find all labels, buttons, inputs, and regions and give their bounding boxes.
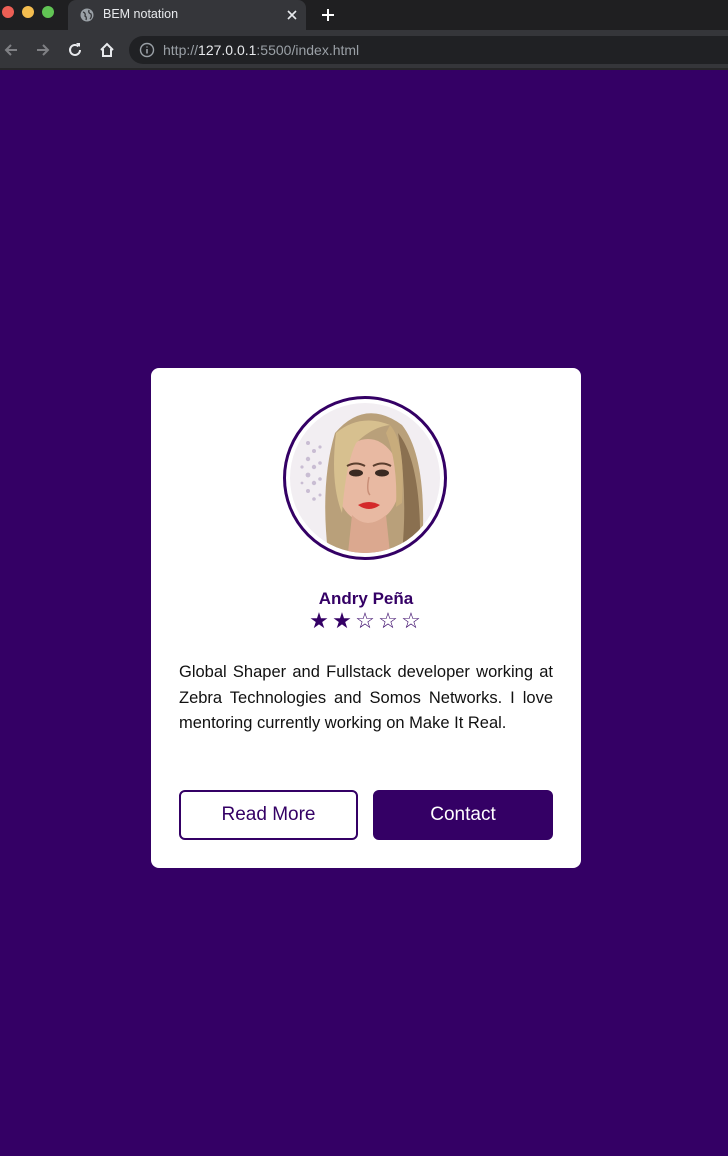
url-path: :5500/index.html: [256, 42, 360, 58]
star-icon-empty: ☆: [378, 608, 400, 633]
portrait-illustration: [290, 403, 440, 553]
browser-tab-bar: BEM notation: [0, 0, 728, 30]
globe-icon: [80, 8, 94, 22]
read-more-button[interactable]: Read More: [179, 790, 358, 840]
reload-icon[interactable]: [66, 41, 84, 59]
avatar-photo: [290, 403, 440, 553]
browser-tab[interactable]: BEM notation: [68, 0, 306, 30]
new-tab-icon[interactable]: [320, 7, 336, 23]
chrome-divider: [0, 68, 728, 70]
contact-button[interactable]: Contact: [373, 790, 553, 840]
profile-bio: Global Shaper and Fullstack developer wo…: [179, 663, 553, 732]
star-icon-empty: ☆: [355, 608, 377, 633]
url-host: 127.0.0.1: [198, 42, 257, 58]
star-icon-filled: ★: [309, 608, 331, 633]
close-window-button[interactable]: [2, 6, 14, 18]
star-icon-empty: ☆: [401, 608, 423, 633]
url-scheme: http://: [163, 42, 199, 58]
home-icon[interactable]: [98, 41, 116, 59]
star-rating: ★★☆☆☆: [151, 610, 581, 632]
profile-name: Andry Peña: [318, 589, 414, 608]
avatar: [283, 396, 447, 560]
info-icon[interactable]: [139, 42, 155, 58]
profile-card: Andry Peña ★★☆☆☆ Global Shaper and Fulls…: [151, 368, 581, 868]
minimize-window-button[interactable]: [22, 6, 34, 18]
close-tab-icon[interactable]: [286, 9, 298, 21]
tab-title: BEM notation: [103, 7, 179, 21]
back-arrow-icon[interactable]: [2, 41, 20, 59]
star-icon-filled: ★: [332, 608, 354, 633]
forward-arrow-icon[interactable]: [34, 41, 52, 59]
url-text[interactable]: http://127.0.0.1:5500/index.html: [163, 42, 359, 58]
maximize-window-button[interactable]: [42, 6, 54, 18]
